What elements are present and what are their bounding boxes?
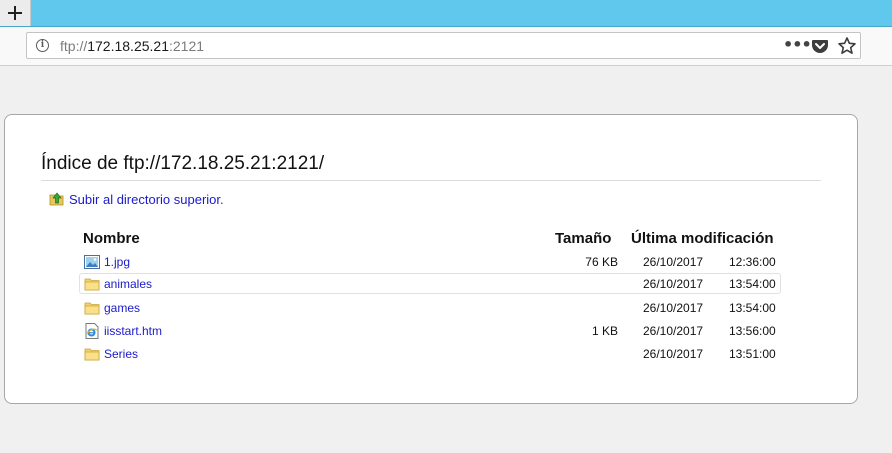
file-name-link[interactable]: games [104,301,140,315]
url-host: 172.18.25.21 [87,38,169,54]
file-date: 26/10/2017 [643,347,704,361]
url-text[interactable]: ftp://172.18.25.21:2121 [60,38,204,54]
file-time: 13:51:00 [729,347,776,361]
column-header-name[interactable]: Nombre [83,230,140,247]
folder-icon [84,278,100,291]
table-row[interactable]: 1.jpg 76 KB 26/10/2017 12:36:00 [79,251,781,272]
column-header-modified[interactable]: Última modificación [631,230,774,247]
page-title: Índice de ftp://172.18.25.21:2121/ [41,153,821,181]
image-file-icon [84,255,100,269]
file-time: 12:36:00 [729,255,776,269]
file-name-link[interactable]: Series [104,347,138,361]
file-date: 26/10/2017 [643,255,704,269]
file-date: 26/10/2017 [643,324,704,338]
file-size: 76 KB [585,255,618,269]
folder-up-icon [49,192,64,206]
directory-listing-panel: Índice de ftp://172.18.25.21:2121/ Subir… [4,114,858,404]
navigation-bar: i ftp://172.18.25.21:2121 ••• [0,27,892,66]
bookmark-star-icon[interactable] [837,36,857,56]
folder-icon [84,348,100,361]
file-time: 13:54:00 [729,277,776,291]
file-time: 13:54:00 [729,301,776,315]
file-date: 26/10/2017 [643,277,704,291]
table-row[interactable]: animales 26/10/2017 13:54:00 [79,273,781,294]
info-icon[interactable]: i [36,39,49,52]
address-bar[interactable]: i ftp://172.18.25.21:2121 ••• [26,32,861,59]
file-size: 1 KB [591,324,618,338]
folder-icon [84,302,100,315]
file-date: 26/10/2017 [643,301,704,315]
url-port: :2121 [168,38,205,54]
url-scheme: ftp:// [60,38,88,54]
parent-directory-label: Subir al directorio superior. [69,191,224,207]
file-name-link[interactable]: 1.jpg [104,255,130,269]
new-tab-button[interactable] [0,0,31,26]
table-row[interactable]: games 26/10/2017 13:54:00 [79,297,781,318]
table-row[interactable]: Series 26/10/2017 13:51:00 [79,343,781,364]
html-file-icon [85,323,99,339]
page-actions-icon[interactable]: ••• [783,36,812,56]
file-time: 13:56:00 [729,324,776,338]
plus-icon [8,6,22,20]
file-name-link[interactable]: animales [104,277,152,291]
parent-directory-link[interactable]: Subir al directorio superior. [49,191,224,207]
tab-strip [0,0,892,27]
table-row[interactable]: iisstart.htm 1 KB 26/10/2017 13:56:00 [79,320,781,341]
pocket-icon[interactable] [811,37,829,55]
column-header-size[interactable]: Tamaño [555,230,611,247]
file-name-link[interactable]: iisstart.htm [104,324,162,338]
